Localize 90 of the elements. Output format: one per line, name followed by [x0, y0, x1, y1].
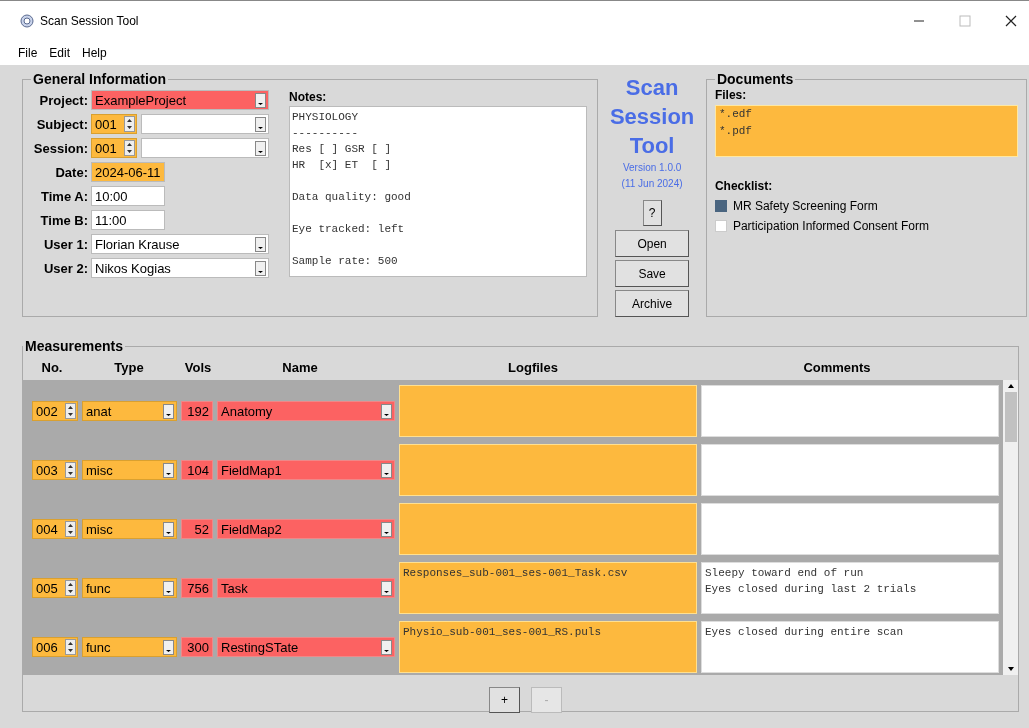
field-label: Project:	[38, 92, 88, 108]
spinner-arrows-icon[interactable]	[65, 403, 76, 419]
notes-field[interactable]: PHYSIOLOGY ---------- Res [ ] GSR [ ] HR [x] ET [ ] Data quality: good Eye tracked: left Sample rate: 500	[289, 106, 587, 277]
spin-field[interactable]: 005	[32, 578, 78, 598]
text-field[interactable]: 11:00	[91, 210, 165, 230]
logfile-field[interactable]	[399, 444, 697, 496]
spin-field[interactable]: 006	[32, 637, 78, 657]
logfile-field[interactable]: Responses_sub-001_ses-001_Task.csv	[399, 562, 697, 614]
menu-item[interactable]: Help	[82, 46, 107, 60]
spinner-arrows-icon[interactable]	[124, 140, 135, 156]
dropdown-field[interactable]: anat	[82, 401, 177, 421]
version-text: Version 1.0.0	[622, 161, 682, 175]
spin-field[interactable]: 002	[32, 401, 78, 421]
menu-item[interactable]: File	[18, 46, 38, 60]
comments-field[interactable]: Eyes closed during entire scan	[701, 621, 999, 673]
field-label: Session:	[32, 140, 88, 156]
field-label: Time B:	[39, 212, 88, 228]
text-field[interactable]: 192	[181, 401, 213, 421]
field-label: User 1:	[42, 236, 88, 252]
column-header: Vols	[183, 359, 213, 375]
action-button[interactable]: Open	[615, 230, 690, 257]
text-field[interactable]: 104	[181, 460, 213, 480]
dropdown-field[interactable]: FieldMap2	[217, 519, 395, 539]
panel-title: Measurements	[24, 338, 125, 354]
files-label: Files:	[714, 88, 747, 102]
spinner-arrows-icon[interactable]	[65, 462, 76, 478]
logfile-field[interactable]	[399, 385, 697, 437]
spinner-arrows-icon[interactable]	[65, 521, 76, 537]
panel-title: General Information	[32, 71, 168, 87]
files-list[interactable]: *.edf *.pdf	[714, 105, 1018, 157]
text-field[interactable]: 2024-06-11	[91, 162, 165, 182]
column-header: Name	[281, 359, 319, 375]
dropdown-field[interactable]: FieldMap1	[217, 460, 395, 480]
action-button[interactable]: Archive	[615, 290, 690, 317]
comments-field[interactable]	[701, 385, 999, 437]
logfile-field[interactable]: Physio_sub-001_ses-001_RS.puls	[399, 621, 697, 673]
release-date: (11 Jun 2024)	[621, 177, 683, 191]
text-field[interactable]: 300	[181, 637, 213, 657]
dropdown-field[interactable]: ExampleProject	[91, 90, 269, 110]
field-label: Date:	[54, 164, 88, 180]
comments-field[interactable]	[701, 503, 999, 555]
spin-field[interactable]: 001	[91, 114, 137, 134]
field-label: User 2:	[42, 260, 88, 276]
spinner-arrows-icon[interactable]	[65, 580, 76, 596]
field-label: Subject:	[35, 116, 88, 132]
field-label: Time A:	[40, 188, 88, 204]
close-icon[interactable]	[1005, 15, 1017, 27]
dropdown-field[interactable]: Anatomy	[217, 401, 395, 421]
spin-field[interactable]: 001	[91, 138, 137, 158]
dropdown-field[interactable]: func	[82, 578, 177, 598]
dropdown-field[interactable]: func	[82, 637, 177, 657]
column-header: No.	[40, 359, 64, 375]
comments-field[interactable]: Sleepy toward end of run Eyes closed during last 2 trials	[701, 562, 999, 614]
dropdown-field[interactable]	[141, 114, 269, 134]
row-button[interactable]: +	[489, 687, 520, 713]
dropdown-field[interactable]: misc	[82, 460, 177, 480]
checklist-item[interactable]: Participation Informed Consent Form	[732, 219, 930, 233]
file-pattern: *.edf	[718, 107, 753, 122]
dropdown-field[interactable]	[141, 138, 269, 158]
app-title: Scan Session Tool	[608, 74, 696, 160]
checkbox[interactable]	[714, 200, 727, 212]
spin-field[interactable]: 004	[32, 519, 78, 539]
app-icon	[20, 14, 34, 28]
column-header: Logfiles	[507, 359, 559, 375]
comments-field[interactable]	[701, 444, 999, 496]
column-header: Comments	[802, 359, 872, 375]
column-header: Type	[113, 359, 145, 375]
action-button[interactable]: Save	[615, 260, 690, 287]
checklist-label: Checklist:	[714, 179, 774, 193]
text-field[interactable]: 52	[181, 519, 213, 539]
dropdown-field[interactable]: misc	[82, 519, 177, 539]
logfile-field[interactable]	[399, 503, 697, 555]
scrollbar-thumb[interactable]	[1004, 392, 1017, 442]
menu-item[interactable]: Edit	[49, 46, 71, 60]
spinner-arrows-icon[interactable]	[124, 116, 135, 132]
notes-label: Notes:	[289, 90, 328, 104]
text-field[interactable]: 10:00	[91, 186, 165, 206]
scrollbar[interactable]	[1003, 380, 1018, 675]
dropdown-field[interactable]: RestingSTate	[217, 637, 395, 657]
spin-field[interactable]: 003	[32, 460, 78, 480]
window-title: Scan Session Tool	[40, 14, 139, 28]
help-button[interactable]: ?	[642, 200, 662, 226]
text-field[interactable]: 756	[181, 578, 213, 598]
dropdown-field[interactable]: Nikos Kogias	[91, 258, 269, 278]
panel-title: Documents	[715, 71, 795, 87]
checklist-item[interactable]: MR Safety Screening Form	[732, 199, 878, 213]
spinner-arrows-icon[interactable]	[65, 639, 76, 655]
dropdown-field[interactable]: Task	[217, 578, 395, 598]
dropdown-field[interactable]: Florian Krause	[91, 234, 269, 254]
file-pattern: *.pdf	[718, 124, 753, 139]
